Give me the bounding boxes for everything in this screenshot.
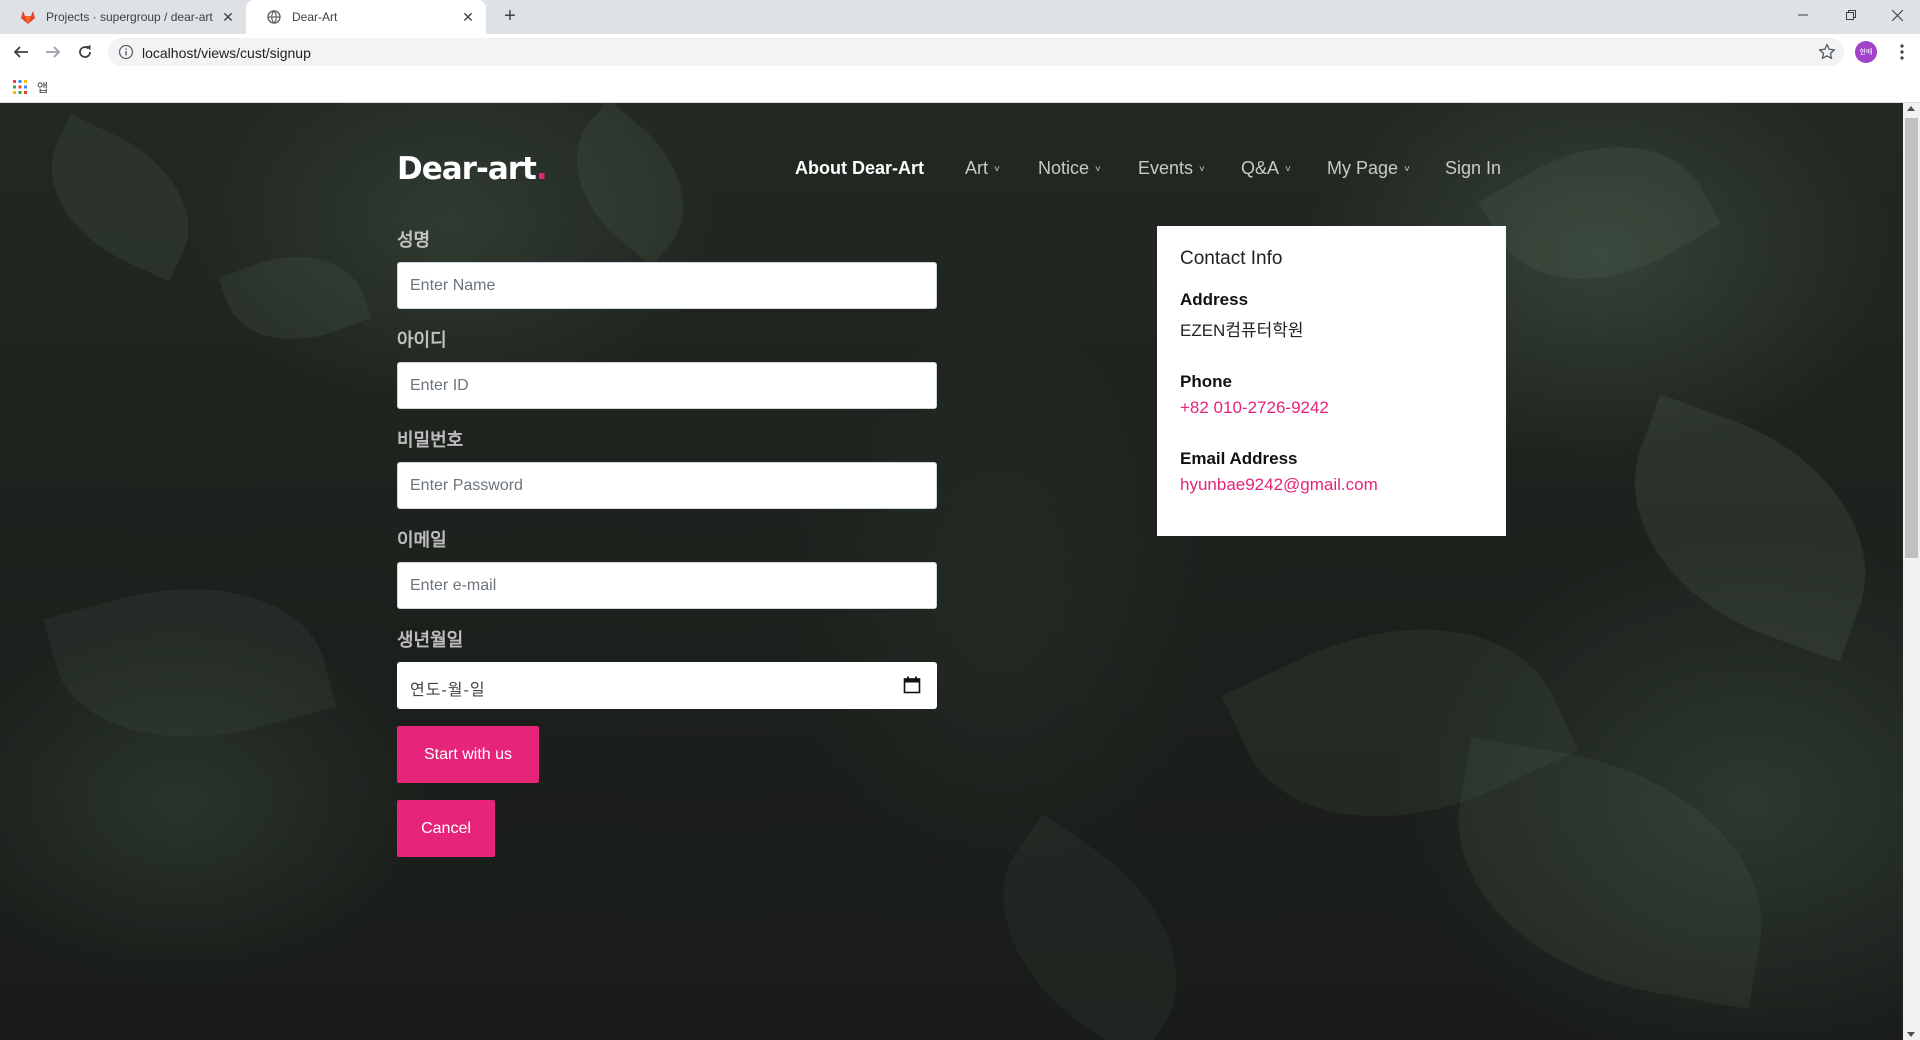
reload-icon[interactable] (73, 40, 97, 64)
birthdate-label: 생년월일 (397, 630, 464, 650)
email-input[interactable] (397, 562, 937, 609)
apps-label[interactable]: 앱 (37, 79, 48, 96)
browser-tab-projects[interactable]: Projects · supergroup / dear-art ✕ (0, 0, 246, 34)
nav-label: About Dear-Art (795, 157, 924, 178)
name-label: 성명 (397, 230, 431, 250)
minimize-button[interactable] (1781, 0, 1825, 30)
bookmark-star-icon[interactable] (1818, 43, 1836, 61)
background-leaf (43, 552, 337, 774)
browser-tab-dear-art[interactable]: Dear-Art ✕ (246, 0, 486, 34)
nav-label: Notice (1038, 157, 1090, 178)
scroll-up-arrow-icon[interactable] (1907, 106, 1915, 111)
brand-dot: . (535, 151, 548, 187)
new-tab-button[interactable]: + (498, 5, 522, 29)
phone-link[interactable]: +82 010-2726-9242 (1180, 398, 1483, 418)
email-link[interactable]: hyunbae9242@gmail.com (1180, 475, 1483, 495)
close-window-button[interactable] (1875, 0, 1919, 30)
cancel-button[interactable]: Cancel (397, 800, 495, 857)
password-label: 비밀번호 (397, 430, 464, 450)
phone-heading: Phone (1180, 372, 1232, 391)
contact-info-card: Contact Info Address EZEN컴퓨터학원 Phone +82… (1157, 226, 1506, 536)
nav-label: Events (1138, 157, 1194, 178)
close-tab-icon[interactable]: ✕ (220, 9, 236, 25)
chevron-down-icon: ˅ (1285, 163, 1291, 175)
email-heading: Email Address (1180, 449, 1298, 468)
nav-label: Sign In (1445, 157, 1502, 178)
info-icon[interactable] (118, 44, 134, 60)
address-value: EZEN컴퓨터학원 (1180, 321, 1304, 340)
start-with-us-button[interactable]: Start with us (397, 726, 539, 783)
nav-events[interactable]: Events ˅ (1138, 153, 1205, 183)
email-label: 이메일 (397, 530, 447, 550)
id-label: 아이디 (397, 330, 447, 350)
site-logo[interactable]: Dear-art. (397, 151, 548, 187)
chevron-down-icon: ˅ (1095, 163, 1101, 175)
background-leaf (544, 103, 716, 267)
birthdate-input[interactable]: 연도-월-일 (397, 662, 937, 709)
browser-menu-icon[interactable] (1892, 42, 1912, 62)
brand-name: Dear-art (397, 151, 537, 187)
nav-my-page[interactable]: My Page ˅ (1327, 153, 1410, 183)
profile-avatar[interactable]: 현배 (1855, 41, 1877, 63)
nav-label: Q&A (1241, 157, 1280, 178)
address-heading: Address (1180, 290, 1249, 309)
scrollbar-thumb[interactable] (1905, 118, 1918, 558)
gitlab-icon (20, 9, 36, 25)
nav-label: Art (965, 157, 989, 178)
tab-title: Projects · supergroup / dear-art (46, 10, 213, 24)
nav-qna[interactable]: Q&A ˅ (1241, 153, 1291, 183)
restore-button[interactable] (1829, 0, 1873, 30)
id-input[interactable] (397, 362, 937, 409)
scroll-down-arrow-icon[interactable] (1907, 1032, 1915, 1037)
background-leaf (218, 233, 372, 363)
tab-title: Dear-Art (292, 10, 338, 24)
address-bar[interactable]: localhost/views/cust/signup (108, 38, 1844, 66)
background-leaf (956, 813, 1224, 1040)
url-text: localhost/views/cust/signup (142, 45, 311, 61)
chevron-down-icon: ˅ (994, 163, 1000, 175)
nav-about[interactable]: About Dear-Art (795, 153, 924, 183)
calendar-icon[interactable] (903, 676, 921, 694)
globe-icon (266, 9, 282, 25)
background-leaf (1478, 103, 1722, 324)
browser-tab-strip: Projects · supergroup / dear-art ✕ Dear-… (0, 0, 1920, 34)
birthdate-placeholder: 연도-월-일 (410, 682, 486, 699)
contact-title: Contact Info (1180, 248, 1283, 269)
chevron-down-icon: ˅ (1199, 163, 1205, 175)
nav-sign-in[interactable]: Sign In (1445, 153, 1501, 183)
name-input[interactable] (397, 262, 937, 309)
nav-label: My Page (1327, 157, 1399, 178)
page-viewport: Dear-art. About Dear-Art Art ˅ Notice ˅ Ev… (0, 103, 1903, 1040)
page-scrollbar[interactable] (1903, 103, 1920, 1040)
browser-toolbar: localhost/views/cust/signup 현배 (0, 34, 1920, 70)
bookmarks-bar: 앱 (0, 70, 1920, 103)
back-arrow-icon[interactable] (9, 40, 33, 64)
background-leaf (1433, 736, 1787, 1010)
background-leaf (1595, 394, 1903, 662)
password-input[interactable] (397, 462, 937, 509)
chevron-down-icon: ˅ (1404, 163, 1410, 175)
nav-notice[interactable]: Notice ˅ (1038, 153, 1101, 183)
nav-art[interactable]: Art ˅ (965, 153, 1000, 183)
apps-grid-icon[interactable] (13, 80, 27, 94)
background-leaf (24, 114, 216, 282)
forward-arrow-icon[interactable] (41, 40, 65, 64)
close-tab-icon[interactable]: ✕ (460, 9, 476, 25)
